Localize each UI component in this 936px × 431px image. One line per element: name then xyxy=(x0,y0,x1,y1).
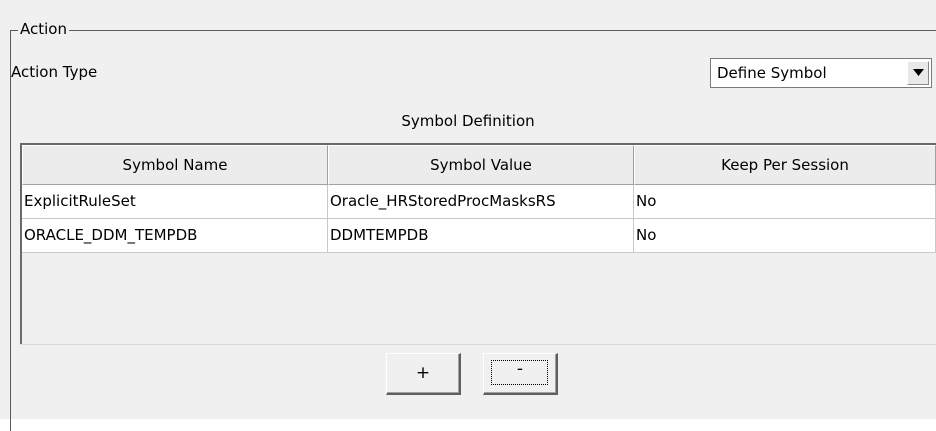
symbol-definition-title: Symbol Definition xyxy=(401,112,535,130)
combo-dropdown-button[interactable] xyxy=(907,61,929,85)
groupbox-title: Action xyxy=(18,19,69,39)
remove-button-label: - xyxy=(516,359,524,379)
remove-symbol-button[interactable]: - xyxy=(483,353,558,395)
table-bottom-divider xyxy=(20,344,936,345)
column-header-symbol-value[interactable]: Symbol Value xyxy=(328,145,634,185)
action-type-combobox[interactable]: Define Symbol xyxy=(710,58,932,88)
table-header: Symbol Name Symbol Value Keep Per Sessio… xyxy=(22,145,936,185)
cell-symbol-name[interactable]: ExplicitRuleSet xyxy=(22,185,328,219)
table-row[interactable]: ExplicitRuleSet Oracle_HRStoredProcMasks… xyxy=(22,185,936,219)
cell-keep-per-session[interactable]: No xyxy=(634,219,936,253)
cell-symbol-value[interactable]: Oracle_HRStoredProcMasksRS xyxy=(328,185,634,219)
column-header-symbol-name[interactable]: Symbol Name xyxy=(22,145,328,185)
cell-symbol-value[interactable]: DDMTEMPDB xyxy=(328,219,634,253)
action-panel: Action Action Type Define Symbol Symbol … xyxy=(0,0,936,431)
cell-keep-per-session[interactable]: No xyxy=(634,185,936,219)
add-button-label: + xyxy=(415,363,431,383)
action-type-selected-value: Define Symbol xyxy=(717,64,827,82)
symbol-table: Symbol Name Symbol Value Keep Per Sessio… xyxy=(20,143,936,344)
chevron-down-icon xyxy=(913,69,924,76)
table-row[interactable]: ORACLE_DDM_TEMPDB DDMTEMPDB No xyxy=(22,219,936,253)
column-header-keep-per-session[interactable]: Keep Per Session xyxy=(634,145,936,185)
add-symbol-button[interactable]: + xyxy=(386,353,461,395)
action-type-label: Action Type xyxy=(11,63,98,81)
cell-symbol-name[interactable]: ORACLE_DDM_TEMPDB xyxy=(22,219,328,253)
